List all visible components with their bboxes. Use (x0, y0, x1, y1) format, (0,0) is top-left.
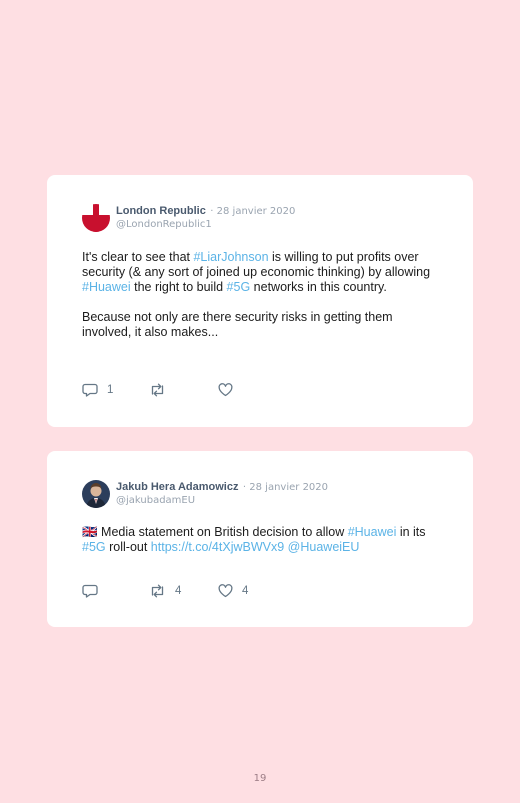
tweet-paragraph: It's clear to see that #LiarJohnson is w… (82, 250, 442, 295)
retweet-button[interactable]: 4 (149, 583, 181, 599)
tweet-link[interactable]: #Huawei (348, 525, 397, 539)
author-name[interactable]: London Republic (116, 205, 206, 217)
reply-button[interactable]: 1 (82, 382, 113, 398)
tweet-date: · 28 janvier 2020 (242, 482, 329, 493)
heart-icon (218, 584, 233, 598)
tweet-header: Jakub Hera Adamowicz · 28 janvier 2020 @… (82, 479, 328, 508)
tweet-card-london-republic[interactable]: London Republic · 28 janvier 2020 @Londo… (47, 175, 473, 427)
avatar[interactable] (82, 204, 110, 232)
tweet-header: London Republic · 28 janvier 2020 @Londo… (82, 203, 295, 232)
tweet-text-segment: networks in this country. (250, 280, 387, 294)
tweet-card-jakub-hera-adamowicz[interactable]: Jakub Hera Adamowicz · 28 janvier 2020 @… (47, 451, 473, 627)
author-name[interactable]: Jakub Hera Adamowicz (116, 481, 238, 493)
reply-icon (82, 383, 98, 397)
tweet-link[interactable]: #Huawei (82, 280, 131, 294)
reply-button[interactable] (82, 583, 107, 599)
tweet-link[interactable]: #5G (82, 540, 106, 554)
heart-icon (218, 383, 233, 397)
retweet-button[interactable] (149, 382, 175, 398)
tweet-text: 🇬🇧 Media statement on British decision t… (82, 525, 442, 570)
tweet-paragraph: Because not only are there security risk… (82, 310, 442, 340)
page-number: 19 (253, 773, 267, 784)
reply-icon (82, 584, 98, 598)
tweet-text-segment: Because not only are there security risk… (82, 310, 393, 339)
reply-count: 1 (107, 384, 114, 396)
tweet-text-segment: the right to build (130, 280, 227, 294)
author-handle[interactable]: @LondonRepublic1 (116, 218, 295, 231)
like-count: 4 (242, 585, 249, 597)
author-handle[interactable]: @jakubadamEU (116, 494, 328, 507)
like-button[interactable]: 4 (218, 583, 248, 599)
tweet-link[interactable]: @HuaweiEU (288, 540, 360, 554)
tweet-link[interactable]: #LiarJohnson (193, 250, 268, 264)
tweet-text-segment: roll-out (105, 540, 151, 554)
tweet-link[interactable]: https://t.co/4tXjwBWVx9 (151, 540, 284, 554)
retweet-icon (151, 383, 164, 397)
avatar[interactable] (82, 480, 110, 508)
retweet-icon (151, 584, 164, 598)
flag-emoji: 🇬🇧 (82, 525, 102, 539)
tweet-text-segment: It's clear to see that (82, 250, 194, 264)
tweet-paragraph: 🇬🇧 Media statement on British decision t… (82, 525, 442, 555)
tweet-text: It's clear to see that #LiarJohnson is w… (82, 250, 442, 355)
retweet-count: 4 (175, 585, 182, 597)
like-button[interactable] (218, 382, 242, 398)
tweet-date: · 28 janvier 2020 (210, 206, 296, 217)
tweet-text-segment: in its (396, 525, 426, 539)
tweet-link[interactable]: #5G (227, 280, 251, 294)
tweet-text-segment: Media statement on British decision to a… (101, 525, 348, 539)
